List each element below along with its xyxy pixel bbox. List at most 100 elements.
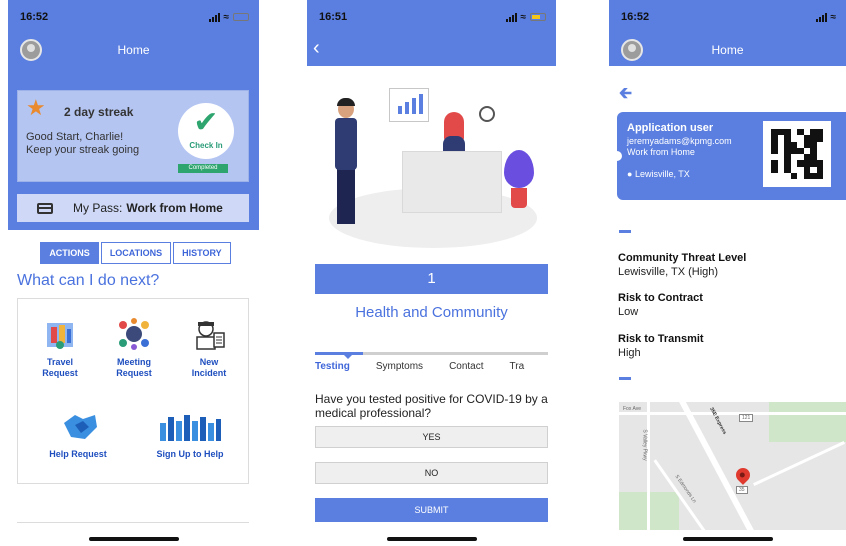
avatar[interactable]: [621, 39, 643, 61]
status-time: 16:52: [621, 11, 650, 23]
nav-spacer: [609, 66, 846, 78]
meeting-request-action[interactable]: Meeting Request: [100, 317, 168, 379]
back-arrow-icon[interactable]: 🡰: [619, 82, 632, 109]
no-button[interactable]: NO: [315, 462, 548, 484]
signal-icon: [815, 12, 827, 22]
threat-level-value: Lewisville, TX (High): [618, 266, 719, 278]
card-email: jeremyadams@kpmg.com: [627, 136, 732, 146]
tab-symptoms[interactable]: Symptoms: [376, 361, 423, 372]
step-progress-fill: [315, 352, 363, 355]
travel-request-line2: Request: [42, 368, 78, 378]
divider: [17, 522, 249, 523]
help-request-action[interactable]: Help Request: [30, 409, 126, 460]
check-in-label: Check In: [189, 141, 223, 150]
question-text: Have you tested positive for COVID-19 by…: [315, 392, 548, 420]
streak-message-line1: Good Start, Charlie!: [26, 131, 124, 143]
threat-level-label: Community Threat Level: [618, 252, 747, 264]
tab-history[interactable]: HISTORY: [173, 242, 231, 264]
back-chevron-icon[interactable]: ‹: [313, 37, 320, 60]
battery-icon: [233, 13, 249, 21]
step-progress-indicator: [343, 354, 353, 359]
step-number: 1: [315, 264, 548, 294]
plant-pot: [511, 188, 527, 208]
pass-detail-phone: 16:52 ≈ Home 🡰 Application user jeremyad…: [609, 0, 846, 546]
risk-transmit-value: High: [618, 347, 641, 359]
star-icon: ★: [26, 95, 46, 120]
status-time: 16:52: [20, 11, 49, 23]
map-park: [769, 402, 846, 442]
home-indicator: [88, 537, 179, 541]
raised-hands-icon: [158, 409, 222, 443]
check-in-button[interactable]: ✔ Check In: [178, 103, 234, 159]
new-incident-action[interactable]: New Incident: [174, 317, 244, 379]
home-tabs: ACTIONS LOCATIONS HISTORY: [8, 242, 259, 264]
map-road-fox: [619, 412, 846, 415]
travel-request-action[interactable]: Travel Request: [26, 317, 94, 379]
new-incident-line1: New: [199, 357, 219, 367]
map-road-valley: [647, 402, 650, 530]
status-bar: 16:52 ≈: [8, 0, 259, 34]
reception-illustration: [307, 66, 556, 264]
credit-card-icon: [37, 202, 53, 214]
visitor-figure: [335, 118, 357, 170]
status-icons: ≈: [505, 11, 546, 23]
chart-board-icon: [389, 88, 429, 122]
reception-desk: [402, 151, 502, 213]
questionnaire-phone: 16:51 ≈ ‹ 1 Health and Community Testing…: [307, 0, 556, 546]
help-request-line1: Help Request: [49, 449, 107, 459]
new-incident-line2: Incident: [191, 368, 227, 378]
tab-locations[interactable]: LOCATIONS: [100, 242, 172, 264]
avatar[interactable]: [20, 39, 42, 61]
risk-transmit-label: Risk to Transmit: [618, 333, 704, 345]
submit-button[interactable]: SUBMIT: [315, 498, 548, 522]
tab-travel[interactable]: Tra: [510, 361, 525, 372]
signal-icon: [208, 12, 220, 22]
signal-icon: [505, 12, 517, 22]
card-location: ● Lewisville, TX: [627, 169, 690, 179]
card-location-text: Lewisville, TX: [634, 169, 690, 179]
sign-up-to-help-action[interactable]: Sign Up to Help: [136, 409, 244, 460]
streak-message-line2: Keep your streak going: [26, 144, 140, 156]
map-shield-121: 121: [739, 414, 754, 422]
streak-title: 2 day streak: [64, 105, 134, 119]
location-pin-icon: ●: [627, 169, 633, 179]
tab-contact[interactable]: Contact: [449, 361, 483, 372]
card-title: Application user: [627, 122, 714, 134]
handshake-icon: [61, 409, 97, 443]
yes-button[interactable]: YES: [315, 426, 548, 448]
location-map[interactable]: Fox Ave 35E Express S Valley Pkwy S Edmo…: [619, 402, 846, 530]
pass-label: My Pass:: [73, 201, 123, 215]
home-header-area: 16:52 ≈ Home Welcome, Charlie! ★ 2 day s…: [8, 0, 259, 230]
streak-message: Good Start, Charlie! Keep your streak go…: [26, 131, 139, 157]
section-dash: [619, 230, 631, 233]
step-title: Health and Community: [355, 304, 508, 321]
actions-grid: Travel Request Meeting Request New Incid…: [17, 298, 249, 484]
home-screen-phone: 16:52 ≈ Home Welcome, Charlie! ★ 2 day s…: [8, 0, 259, 546]
plant-icon: [504, 150, 534, 188]
my-pass-bar[interactable]: My Pass: Work from Home: [17, 194, 249, 222]
sign-up-to-help-line1: Sign Up to Help: [156, 449, 224, 459]
tab-actions[interactable]: ACTIONS: [40, 242, 99, 264]
visitor-legs: [337, 168, 355, 224]
section-title: What can I do next?: [17, 272, 160, 289]
checkmark-icon: ✔: [193, 106, 219, 139]
status-icons: ≈: [815, 11, 837, 23]
map-pin-icon: [733, 465, 753, 485]
map-label-fox: Fox Ave: [623, 406, 641, 412]
status-icons: ≈: [208, 12, 249, 23]
status-bar: 16:51 ≈: [307, 0, 556, 34]
home-indicator: [682, 537, 773, 541]
streak-card: ★ 2 day streak Good Start, Charlie! Keep…: [17, 90, 249, 182]
pass-value: Work from Home: [126, 201, 223, 215]
nav-bar: Home: [8, 34, 259, 66]
meeting-icon: [117, 317, 151, 351]
completed-badge: Completed: [178, 164, 228, 173]
page-title: Home: [117, 43, 150, 57]
card-mode: Work from Home: [627, 147, 695, 157]
home-indicator: [386, 537, 477, 541]
qr-code-grid: [771, 129, 823, 179]
wifi-icon: ≈: [830, 11, 837, 23]
wifi-icon: ≈: [520, 11, 527, 23]
tab-testing[interactable]: Testing: [315, 361, 350, 372]
page-title: Home: [711, 43, 744, 57]
